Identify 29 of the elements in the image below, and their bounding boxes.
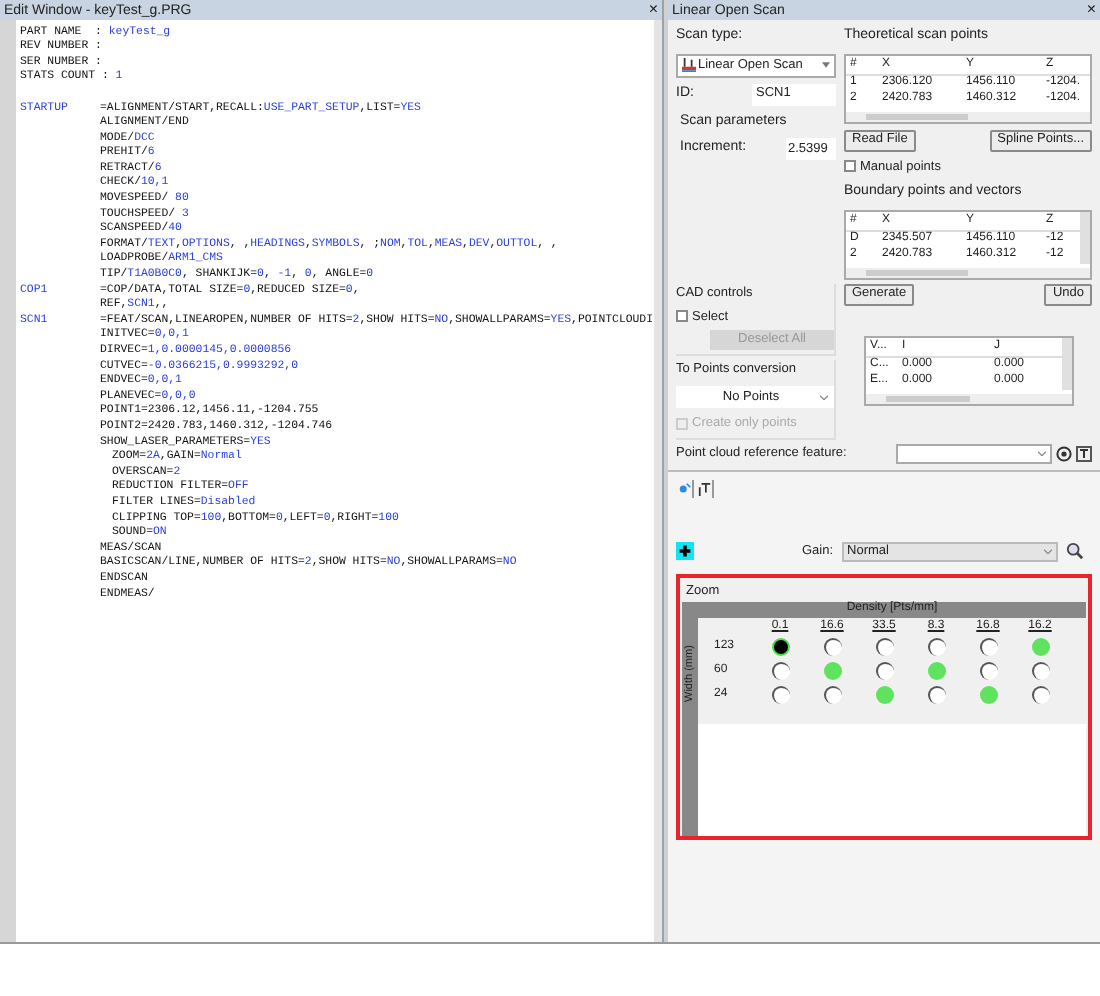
zoom-option[interactable] [823,686,841,704]
zoom-option[interactable] [771,662,789,680]
zoom-option[interactable] [771,638,789,656]
target-icon[interactable] [1056,445,1072,462]
scrollbar[interactable] [654,20,663,942]
zoom-option[interactable] [927,638,945,656]
close-button[interactable]: × [648,2,659,18]
checkbox[interactable] [676,310,688,323]
zoom-option[interactable] [875,638,893,656]
zoom-option[interactable] [979,638,997,656]
dropdown-arrow-icon [822,62,830,68]
zoom-option[interactable] [1031,686,1049,704]
horizontal-scrollbar[interactable] [846,267,1090,278]
add-icon[interactable] [676,542,694,561]
vertical-scrollbar[interactable] [1080,211,1090,264]
search-icon[interactable] [1065,542,1084,561]
settings-tab[interactable] [696,479,714,498]
zoom-option[interactable] [1031,662,1049,680]
scan-icon [682,58,696,72]
zoom-option[interactable] [979,662,997,680]
zoom-option[interactable] [875,662,893,680]
vertical-scrollbar[interactable] [1062,337,1072,390]
zoom-option[interactable] [823,638,841,656]
close-button[interactable]: × [1086,2,1096,18]
horizontal-scrollbar[interactable] [846,111,1090,121]
checkbox[interactable] [844,160,856,173]
zoom-option[interactable] [771,686,789,704]
zoom-option[interactable] [927,686,945,704]
horizontal-scrollbar[interactable] [866,393,1072,404]
